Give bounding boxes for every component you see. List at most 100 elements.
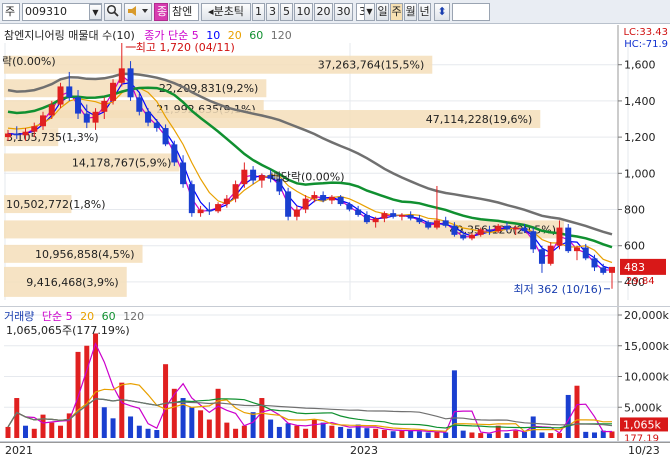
candle-body bbox=[75, 97, 82, 114]
candle-body bbox=[512, 227, 519, 230]
candle-body bbox=[363, 214, 370, 223]
candle-body bbox=[442, 220, 449, 226]
volume-bar bbox=[101, 407, 107, 438]
candle-body bbox=[398, 214, 405, 217]
price-tick-label: 1,200 bbox=[624, 131, 656, 144]
volume-profile-label: 10,956,858(4,5%) bbox=[35, 248, 135, 261]
volume-bar bbox=[399, 430, 405, 438]
candle-body bbox=[328, 196, 335, 201]
volume-bar bbox=[364, 428, 370, 438]
candle-body bbox=[83, 113, 90, 123]
volume-profile-label: 9,416,468(3,9%) bbox=[26, 276, 119, 289]
volume-tick-label: 10,000k bbox=[624, 371, 669, 384]
minute-tick-selector[interactable]: ◂분초틱 bbox=[201, 3, 251, 21]
dividend-mid-label: 배당락(0.00%) bbox=[271, 171, 345, 184]
candle-body bbox=[136, 97, 143, 112]
volume-bar bbox=[504, 433, 510, 438]
ma120-label: 120 bbox=[270, 29, 292, 42]
candle-body bbox=[22, 131, 29, 136]
candle-body bbox=[468, 234, 475, 239]
candle-body bbox=[381, 213, 388, 219]
volume-bar bbox=[556, 433, 562, 438]
blank-input[interactable] bbox=[452, 3, 490, 21]
volume-bar bbox=[241, 425, 247, 438]
search-icon[interactable] bbox=[104, 3, 122, 21]
price-tick-label: 1,400 bbox=[624, 95, 656, 108]
code-dropdown-icon[interactable]: ▼ bbox=[89, 4, 102, 20]
current-price-value: 483 bbox=[624, 261, 645, 274]
month-button[interactable]: 월 bbox=[404, 3, 417, 21]
candle-body bbox=[258, 175, 265, 181]
ma5-label: 5 bbox=[191, 29, 199, 42]
volume-bar bbox=[346, 428, 352, 438]
volume-bar bbox=[154, 430, 160, 438]
market-select[interactable]: 주 bbox=[2, 3, 20, 21]
lc-label: LC:33.43 bbox=[623, 27, 668, 38]
candle-body bbox=[416, 218, 423, 223]
candle-body bbox=[215, 204, 222, 212]
updown-arrows-icon[interactable]: ⬍ bbox=[434, 3, 450, 21]
volume-profile-label: 3,105,735(1,3%) bbox=[6, 131, 99, 144]
year-button[interactable]: 년 bbox=[418, 3, 431, 21]
period-5-button[interactable]: 5 bbox=[280, 3, 293, 21]
period-1-button[interactable]: 1 bbox=[252, 3, 265, 21]
price-legend: 참엔지니어링 매물대 수(10) 종가 단순 5 10 20 60 120 bbox=[4, 27, 292, 43]
candle-body bbox=[547, 245, 554, 264]
candle-body bbox=[538, 249, 545, 264]
candle-body bbox=[556, 227, 563, 246]
volume-bar bbox=[84, 345, 90, 438]
candle-body bbox=[451, 225, 458, 235]
volume-bar bbox=[329, 425, 335, 438]
candle-body bbox=[31, 126, 38, 132]
volume-bar bbox=[478, 433, 484, 438]
candle-body bbox=[311, 195, 318, 199]
candle-body bbox=[433, 220, 440, 228]
candle-body bbox=[355, 209, 362, 215]
volume-bar bbox=[110, 418, 116, 438]
day-button[interactable]: 일 bbox=[376, 3, 389, 21]
candle-body bbox=[57, 86, 64, 105]
volume-bar bbox=[583, 431, 589, 438]
volume-profile-label: 47,114,228(19,6%) bbox=[426, 113, 533, 126]
volume-bar bbox=[23, 425, 29, 438]
current-volume-value: 1,065k bbox=[623, 418, 661, 431]
candle-body bbox=[153, 122, 160, 129]
period-30-button[interactable]: 30 bbox=[334, 3, 353, 21]
volume-bar bbox=[521, 431, 527, 438]
volume-bar bbox=[320, 422, 326, 438]
week-button[interactable]: 주 bbox=[390, 3, 403, 21]
period-20-button[interactable]: 20 bbox=[314, 3, 333, 21]
candle-body bbox=[118, 68, 125, 83]
price-panel: 37,263,764(15,5%) 22,209,831(9,2%) 21,992,… bbox=[0, 25, 670, 307]
low-annotation: 최저 362 (10/16) bbox=[513, 283, 602, 296]
volume-bar bbox=[224, 422, 230, 438]
price-tick-label: 1,000 bbox=[624, 167, 656, 180]
count-dropdown-icon[interactable]: ▼ bbox=[364, 3, 375, 21]
candle-body bbox=[241, 169, 248, 185]
volume-bar bbox=[75, 351, 81, 438]
volume-bar bbox=[206, 419, 212, 438]
price-tick-label: 800 bbox=[624, 204, 645, 217]
dividend-left-label: 락(0.00%) bbox=[2, 55, 56, 68]
volume-profile-label: 14,178,767(5,9%) bbox=[72, 156, 172, 169]
period-10-button[interactable]: 10 bbox=[294, 3, 313, 21]
speaker-icon[interactable] bbox=[124, 3, 152, 21]
volume-bar bbox=[145, 428, 151, 438]
volume-bar bbox=[338, 426, 344, 438]
candle-body bbox=[197, 209, 204, 214]
volume-bar bbox=[189, 407, 195, 438]
volume-bar bbox=[548, 433, 554, 438]
period-3-button[interactable]: 3 bbox=[266, 3, 279, 21]
chart-toolbar: 주 009310 ▼ 종 참엔 ◂분초틱 1 3 5 10 20 30 3 ▼ … bbox=[0, 0, 670, 24]
candle-body bbox=[302, 198, 309, 210]
candle-body bbox=[390, 213, 397, 217]
volume-bar bbox=[486, 433, 492, 438]
candle-body bbox=[92, 111, 99, 123]
ma60-label: 60 bbox=[249, 29, 264, 42]
volume-bar bbox=[119, 382, 125, 438]
volume-bar bbox=[303, 428, 309, 438]
candle-body bbox=[285, 191, 292, 217]
volume-bar bbox=[163, 364, 169, 438]
stock-name-field: 참엔 bbox=[169, 3, 199, 21]
candle-body bbox=[48, 104, 55, 116]
